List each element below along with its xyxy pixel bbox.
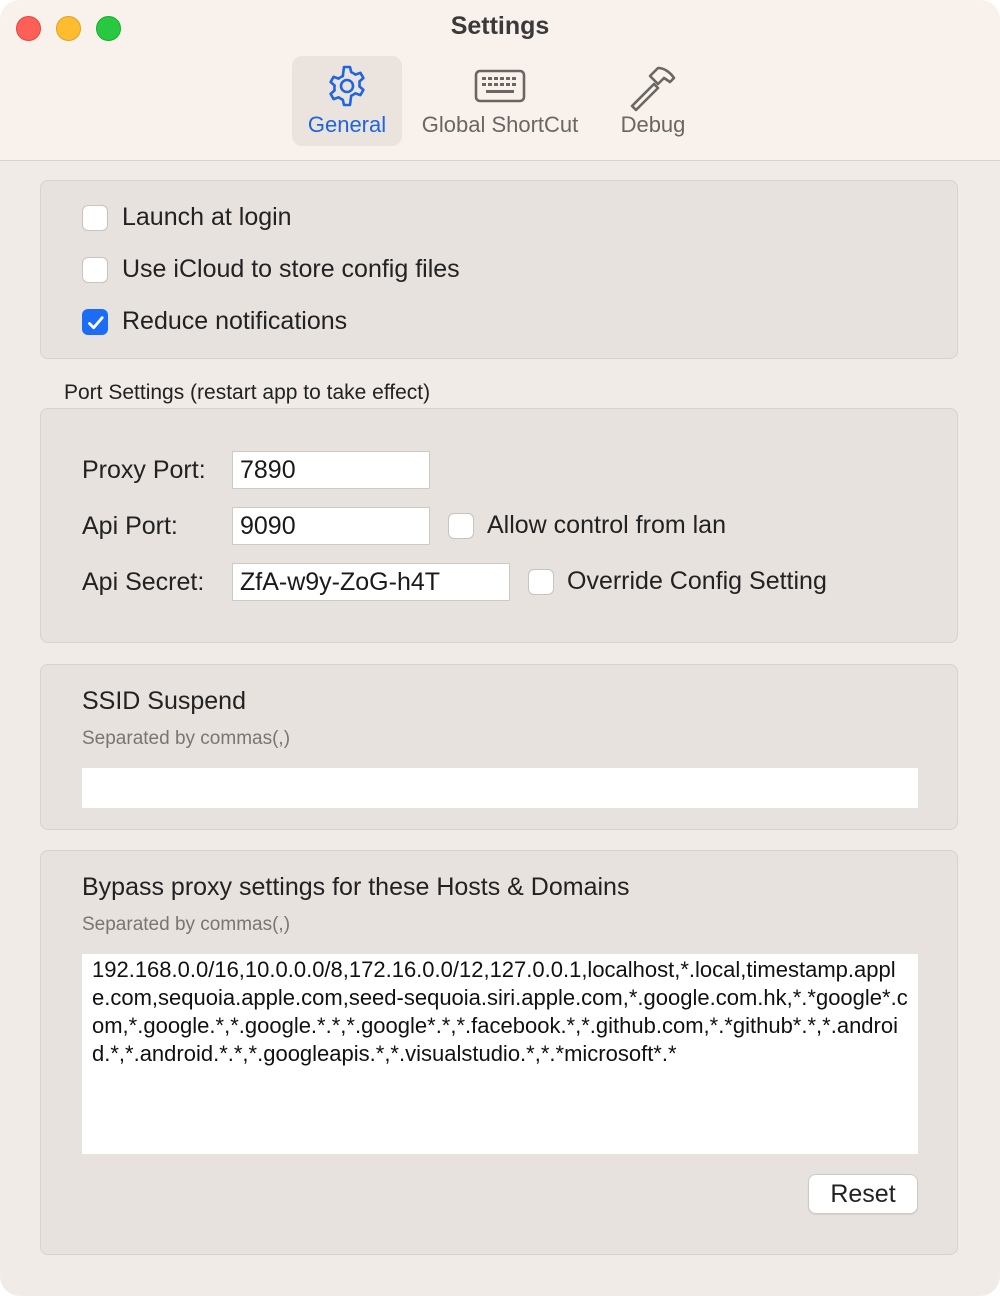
allow-lan-label: Allow control from lan — [487, 511, 726, 539]
ssid-suspend-hint: Separated by commas(,) — [82, 728, 291, 749]
use-icloud-label: Use iCloud to store config files — [122, 255, 460, 283]
proxy-port-field[interactable]: 7890 — [232, 451, 430, 489]
launch-at-login-checkbox[interactable] — [82, 205, 108, 231]
hammer-icon — [608, 64, 698, 112]
api-secret-field[interactable]: ZfA-w9y-ZoG-h4T — [232, 563, 510, 601]
keyboard-icon — [412, 64, 588, 108]
bypass-proxy-title: Bypass proxy settings for these Hosts & … — [82, 873, 630, 901]
tab-debug[interactable]: Debug — [608, 56, 698, 146]
proxy-port-label: Proxy Port: — [82, 456, 206, 484]
titlebar: Settings General Global ShortCut Debug — [0, 0, 1000, 161]
gear-icon — [292, 64, 402, 108]
reduce-notifications-checkbox[interactable] — [82, 309, 108, 335]
ssid-suspend-input[interactable] — [82, 768, 918, 808]
port-settings-label: Port Settings (restart app to take effec… — [64, 381, 431, 404]
reset-button[interactable]: Reset — [808, 1174, 918, 1214]
tab-general[interactable]: General — [292, 56, 402, 146]
bypass-proxy-hint: Separated by commas(,) — [82, 914, 291, 935]
override-config-checkbox[interactable] — [528, 569, 554, 595]
allow-lan-checkbox[interactable] — [448, 513, 474, 539]
api-secret-label: Api Secret: — [82, 568, 205, 596]
override-config-label: Override Config Setting — [567, 567, 827, 595]
tab-global-shortcut[interactable]: Global ShortCut — [412, 56, 588, 146]
api-port-label: Api Port: — [82, 512, 178, 540]
tab-global-shortcut-label: Global ShortCut — [421, 112, 579, 137]
window-title: Settings — [450, 12, 550, 40]
checkmark-icon — [88, 316, 104, 330]
ssid-suspend-title: SSID Suspend — [82, 687, 246, 715]
tab-general-label: General — [307, 112, 387, 137]
use-icloud-checkbox[interactable] — [82, 257, 108, 283]
api-port-field[interactable]: 9090 — [232, 507, 430, 545]
bypass-proxy-text: 192.168.0.0/16,10.0.0.0/8,172.16.0.0/12,… — [92, 957, 908, 1066]
tab-debug-label: Debug — [620, 112, 686, 137]
settings-window: Settings General Global ShortCut Debug L… — [0, 0, 1000, 1296]
launch-at-login-label: Launch at login — [122, 203, 292, 231]
reduce-notifications-label: Reduce notifications — [122, 307, 348, 335]
